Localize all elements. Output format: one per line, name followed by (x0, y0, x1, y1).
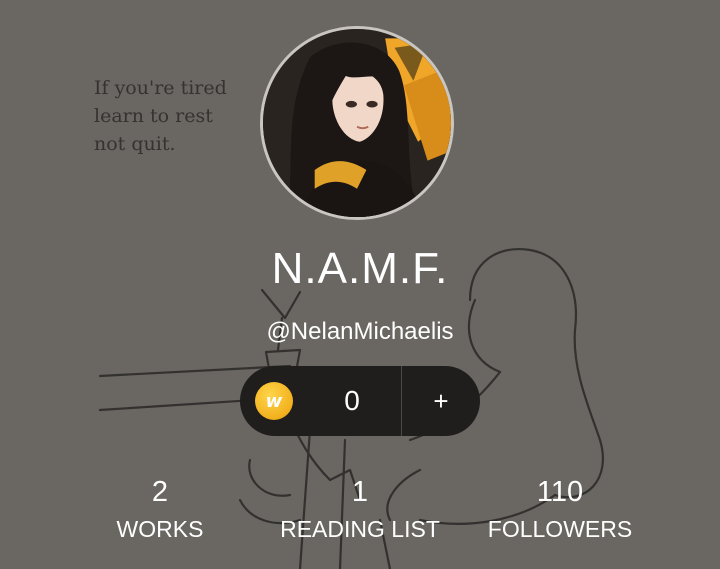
display-name: N.A.M.F. (271, 244, 449, 293)
stat-followers[interactable]: 110 FOLLOWERS (460, 474, 660, 546)
add-coins-button[interactable]: + (402, 366, 480, 436)
stat-value: 2 (151, 476, 169, 508)
stat-label: FOLLOWERS (487, 516, 633, 542)
stat-reading-list[interactable]: 1 READING LIST (260, 474, 460, 546)
avatar[interactable] (260, 26, 454, 220)
coin-balance-pill: w 0 + (240, 366, 480, 436)
coin-icon-letter: w (265, 390, 283, 412)
profile-stats: 2 WORKS 1 READING LIST 110 FOLLOWERS (0, 474, 720, 554)
stat-value: 110 (536, 476, 584, 508)
quote-line: learn to rest (94, 105, 213, 127)
stat-label: READING LIST (280, 516, 440, 542)
stat-works[interactable]: 2 WORKS (60, 474, 260, 546)
quote-text: If you're tired learn to rest not quit. (94, 74, 264, 158)
username-handle: @NelanMichaelis (266, 318, 454, 345)
quote-line: not quit. (94, 133, 176, 155)
wattpad-coin-icon: w (255, 382, 293, 420)
avatar-image (263, 29, 451, 217)
quote-line: If you're tired (94, 77, 227, 99)
stat-label: WORKS (116, 516, 204, 542)
stat-value: 1 (351, 476, 369, 508)
coin-count: 0 (344, 385, 360, 416)
